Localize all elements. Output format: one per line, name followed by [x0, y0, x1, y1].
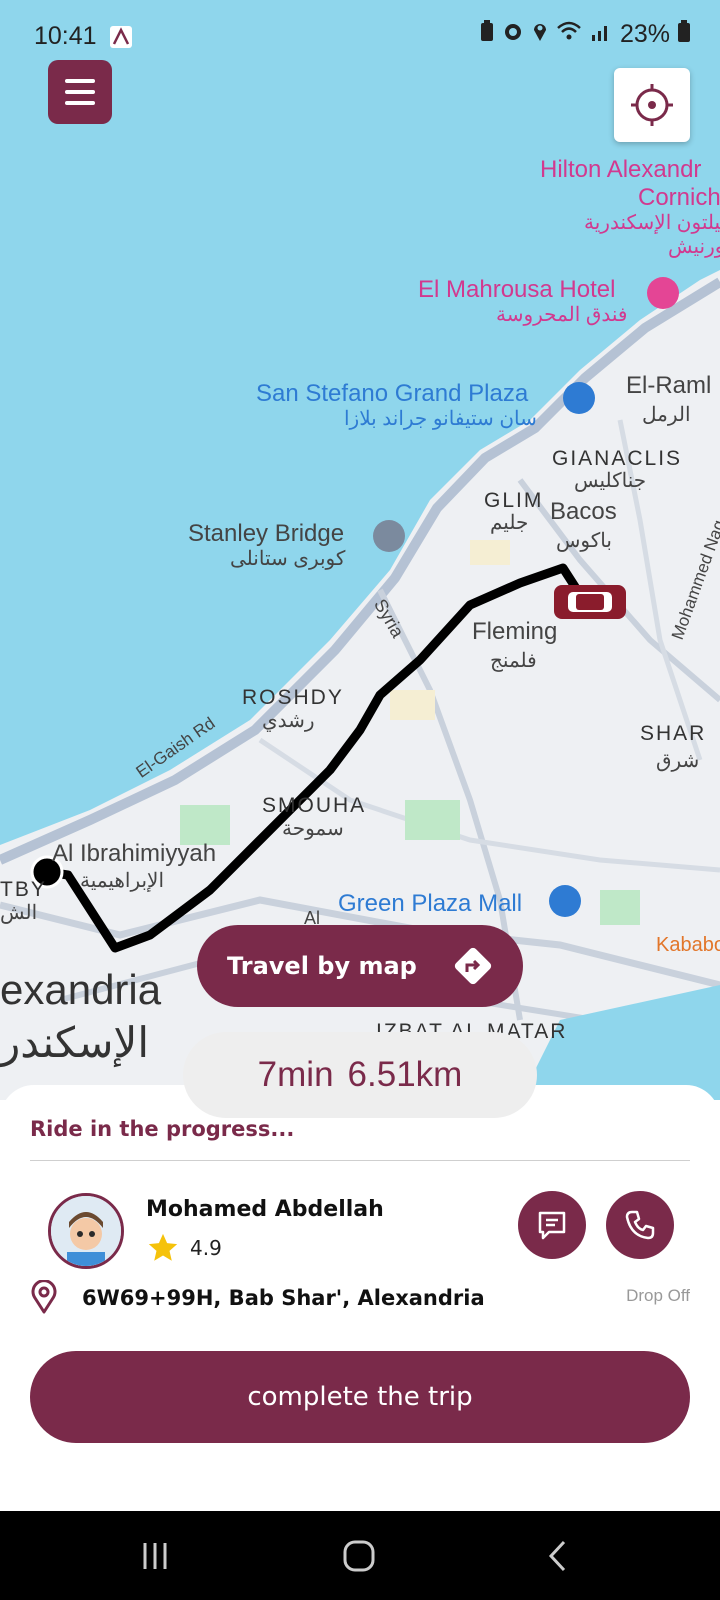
map-label-kababo: Kababo — [656, 934, 720, 956]
map-label-sanstefano-ar: سان ستيفانو جراند بلازا — [344, 408, 537, 430]
call-button[interactable] — [606, 1191, 674, 1259]
menu-icon-bar — [65, 90, 95, 94]
location-pin-icon — [31, 1280, 57, 1314]
map-label-mahrousa-ar: فندق المحروسة — [496, 304, 628, 326]
map-label-mahrousa: El Mahrousa Hotel — [418, 276, 616, 303]
wifi-icon — [556, 20, 582, 49]
dropoff-address-row: 6W69+99H, Bab Shar', Alexandria Drop Off — [30, 1280, 690, 1320]
map-label-fleming: Fleming — [472, 618, 558, 645]
dropoff-address: 6W69+99H, Bab Shar', Alexandria — [82, 1286, 485, 1310]
eta-time: 7min — [257, 1055, 334, 1094]
map-label-fleming-ar: فلمنج — [490, 650, 537, 672]
home-icon[interactable] — [342, 1539, 376, 1573]
menu-icon-bar — [65, 79, 95, 83]
my-location-button[interactable] — [614, 68, 690, 142]
map-label-gianaclis-ar: جناكليس — [574, 470, 647, 492]
back-icon[interactable] — [546, 1539, 568, 1573]
driver-rating: 4.9 — [146, 1231, 222, 1265]
chat-icon — [538, 1211, 566, 1240]
map-label-hilton-ar: هيلتون الإسكندرية — [584, 212, 720, 234]
status-icons: 23% — [480, 20, 690, 49]
status-time: 10:41 — [34, 22, 97, 50]
map-label-elraml-ar: الرمل — [642, 404, 691, 426]
map-label-glim-ar: جليم — [490, 512, 529, 534]
menu-button[interactable] — [48, 60, 112, 124]
battery-saver-icon — [480, 20, 494, 49]
map-label-stanley: Stanley Bridge — [188, 520, 345, 547]
map-label-hilton: Hilton Alexandr — [540, 156, 702, 183]
map-label-stanley-ar: كوبرى ستانلى — [230, 548, 346, 570]
app-notification-icon — [110, 26, 132, 48]
ride-status-title: Ride in the progress... — [30, 1117, 295, 1141]
map-label-alexandria-ar: الإسكندر — [0, 1019, 150, 1066]
map-label-greenplaza: Green Plaza Mall — [338, 890, 523, 917]
divider — [30, 1160, 690, 1161]
directions-icon — [454, 947, 492, 985]
location-icon — [532, 20, 548, 49]
map-label-roshdy: ROSHDY — [242, 686, 344, 709]
chat-button[interactable] — [518, 1191, 586, 1259]
complete-trip-button[interactable]: complete the trip — [30, 1351, 690, 1443]
map-label-sanstefano: San Stefano Grand Plaza — [256, 380, 529, 407]
signal-icon — [590, 20, 612, 49]
map-label-bacos-ar: باكوس — [556, 530, 612, 552]
eta-distance: 6.51km — [347, 1055, 463, 1094]
map-label-bacos: Bacos — [550, 498, 617, 525]
menu-icon-bar — [65, 101, 95, 105]
star-icon — [148, 1233, 178, 1261]
map-label-smouha-ar: سموحة — [282, 818, 344, 840]
recent-apps-icon[interactable] — [140, 1541, 170, 1571]
system-nav-bar — [0, 1511, 720, 1600]
map-label-tby-ar: الش — [0, 902, 38, 924]
driver-avatar[interactable] — [48, 1193, 124, 1269]
map-label-smouha: SMOUHA — [262, 794, 367, 817]
map-label-tby: TBY — [0, 878, 47, 901]
battery-icon — [678, 20, 690, 49]
map-label-alexandria: exandria — [0, 966, 162, 1013]
ride-bottom-sheet: Ride in the progress... Mohamed Abdellah… — [0, 1085, 720, 1511]
battery-percent: 23% — [619, 20, 670, 48]
rating-value: 4.9 — [190, 1236, 222, 1260]
alarm-icon — [502, 20, 524, 49]
travel-by-map-button[interactable]: Travel by map — [197, 925, 523, 1007]
map-label-shar: SHAR — [640, 722, 707, 745]
avatar-image — [51, 1196, 121, 1266]
eta-pill: 7min 6.51km — [183, 1032, 537, 1118]
travel-by-map-label: Travel by map — [227, 952, 417, 980]
map-label-hilton-ar-2: كورنيش — [668, 236, 720, 258]
map-label-shar-ar: شرق — [656, 750, 700, 772]
map-label-roshdy-ar: رشدي — [262, 710, 315, 732]
map-label-elraml: El-Raml — [626, 372, 712, 399]
crosshair-icon — [631, 84, 673, 126]
map-label-ibrahimiyyah: Al Ibrahimiyyah — [52, 840, 217, 867]
map-label-hilton-2: Cornich — [638, 184, 720, 211]
map-label-ibrahimiyyah-ar: الإبراهيمية — [80, 870, 165, 892]
phone-icon — [625, 1210, 655, 1240]
dropoff-tag: Drop Off — [626, 1286, 690, 1305]
driver-name: Mohamed Abdellah — [146, 1197, 384, 1222]
